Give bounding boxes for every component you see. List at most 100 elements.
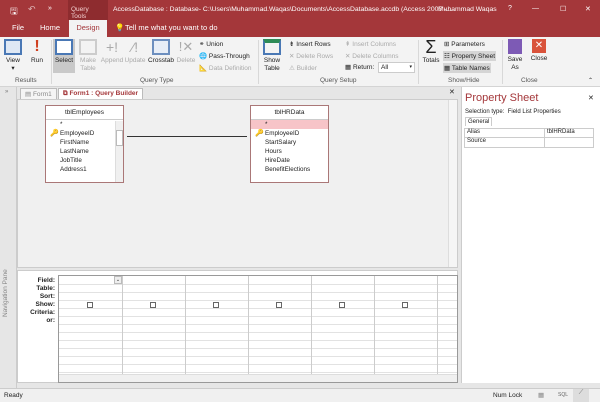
return-label: ▦ Return: — [345, 64, 375, 71]
make-table-button[interactable]: Make Table — [78, 39, 98, 73]
field-item[interactable]: Hours — [251, 147, 328, 156]
field-list-tblhrdata[interactable]: tblHRData * 🔑 EmployeeID StartSalary Hour… — [250, 105, 329, 183]
tab-home[interactable]: Home — [40, 23, 60, 32]
show-checkbox[interactable] — [213, 302, 219, 308]
vertical-scrollbar[interactable] — [448, 100, 457, 267]
table-title: tblHRData — [251, 106, 328, 120]
pass-through-button[interactable]: 🌐 Pass-Through — [199, 52, 250, 60]
insert-rows-button[interactable]: ⇟ Insert Rows — [289, 40, 331, 48]
row-label-table: Table: — [36, 285, 55, 292]
grid-row-line — [59, 348, 457, 349]
union-button[interactable]: ⚭ Union — [199, 40, 223, 48]
query-setup-group-label: Query Setup — [320, 77, 357, 84]
tab-design[interactable]: Design — [69, 20, 107, 37]
grid-row-line — [59, 308, 457, 309]
data-definition-button[interactable]: 📐 Data Definition — [199, 64, 252, 72]
nav-pane-label: Navigation Pane — [2, 269, 9, 317]
table-names-button[interactable]: ▦ Table Names — [443, 63, 491, 73]
make-table-icon — [79, 39, 97, 55]
close-document-icon[interactable]: ✕ — [449, 88, 455, 96]
field-item[interactable]: 🔑 EmployeeID — [251, 129, 328, 138]
field-item[interactable]: BenefitElections — [251, 165, 328, 174]
select-button[interactable]: Select — [53, 39, 75, 73]
field-dropdown-button[interactable]: ⌄ — [114, 276, 122, 284]
minimize-button[interactable]: — — [532, 5, 539, 12]
save-as-button[interactable]: Save As — [505, 39, 525, 72]
show-table-icon — [263, 39, 281, 55]
delete-icon: !✕ — [178, 39, 194, 54]
context-label: Query Tools — [68, 0, 108, 20]
show-checkbox[interactable] — [276, 302, 282, 308]
field-item[interactable]: HireDate — [251, 156, 328, 165]
field-item[interactable]: LastName — [46, 147, 123, 156]
row-label-or: or: — [46, 317, 55, 324]
row-label-sort: Sort: — [39, 293, 55, 300]
delete-query-button[interactable]: !✕ Delete — [176, 39, 196, 65]
customize-qat-icon[interactable]: » — [48, 5, 52, 12]
horizontal-scrollbar[interactable] — [59, 374, 457, 382]
crosstab-button[interactable]: Crosstab — [148, 39, 174, 65]
design-view-icon[interactable]: ⟋ — [573, 389, 589, 402]
close-query-button[interactable]: ✕ Close — [528, 39, 550, 63]
tell-me-input[interactable]: Tell me what you want to do — [125, 23, 218, 32]
maximize-button[interactable]: ☐ — [560, 5, 566, 13]
sql-view-icon[interactable]: SQL — [558, 392, 568, 398]
ribbon: View ▾ ! Run Results Select Make Table +! A… — [0, 37, 600, 87]
property-row-alias[interactable]: Alias tblHRData — [465, 129, 593, 138]
ribbon-tabs: File Home Design 💡 Tell me what you want… — [0, 20, 600, 37]
row-label-criteria: Criteria: — [30, 309, 55, 316]
grid-row-line — [59, 292, 457, 293]
property-sheet-button[interactable]: ☷ Property Sheet — [443, 51, 496, 61]
field-list-tblemployees[interactable]: tblEmployees * 🔑 EmployeeID FirstName Las… — [45, 105, 124, 183]
results-group-label: Results — [15, 77, 37, 84]
insert-columns-button[interactable]: ⇞ Insert Columns — [345, 40, 396, 48]
tab-file[interactable]: File — [12, 23, 24, 32]
field-item[interactable]: Address1 — [46, 165, 123, 174]
builder-button[interactable]: ⚠ Builder — [289, 64, 317, 72]
datasheet-view-icon[interactable]: ▦ — [538, 391, 544, 399]
save-as-icon — [508, 39, 522, 54]
undo-icon[interactable]: ↶ — [28, 4, 36, 15]
delete-columns-button[interactable]: ✕ Delete Columns — [345, 52, 399, 60]
return-dropdown[interactable]: All ▾ — [378, 62, 415, 73]
show-checkbox[interactable] — [87, 302, 93, 308]
view-button[interactable]: View ▾ — [4, 39, 22, 73]
tab-query-builder[interactable]: ⧉ Form1 : Query Builder — [58, 88, 144, 99]
close-window-button[interactable]: ✕ — [585, 5, 591, 13]
field-item[interactable]: * — [251, 120, 328, 129]
field-item[interactable]: * — [46, 120, 123, 129]
grid-row-line — [59, 364, 457, 365]
property-row-source[interactable]: Source — [465, 138, 593, 147]
show-checkbox[interactable] — [150, 302, 156, 308]
field-item[interactable]: 🔑 EmployeeID — [46, 129, 123, 138]
show-checkbox[interactable] — [402, 302, 408, 308]
navigation-pane[interactable]: » Navigation Pane — [0, 87, 17, 388]
field-item[interactable]: StartSalary — [251, 138, 328, 147]
append-button[interactable]: +! Append — [100, 39, 124, 65]
show-checkbox[interactable] — [339, 302, 345, 308]
delete-rows-button[interactable]: ✕ Delete Rows — [289, 52, 333, 60]
close-property-sheet-icon[interactable]: ✕ — [588, 94, 594, 102]
grid-row-line — [59, 372, 457, 373]
join-line[interactable] — [127, 136, 247, 137]
user-name[interactable]: Muhammad Waqas — [438, 6, 497, 13]
help-button[interactable]: ? — [508, 5, 512, 12]
update-button[interactable]: ⁄! Update — [124, 39, 146, 65]
field-item[interactable]: FirstName — [46, 138, 123, 147]
totals-button[interactable]: Σ Totals — [421, 38, 441, 65]
run-button[interactable]: ! Run — [28, 39, 46, 65]
field-list-scrollbar[interactable] — [115, 121, 123, 182]
grid-row-line — [59, 356, 457, 357]
selection-type: Selection type: Field List Properties — [465, 109, 561, 115]
show-table-button[interactable]: Show Table — [261, 39, 283, 73]
collapse-ribbon-icon[interactable]: ⌃ — [588, 77, 593, 84]
parameters-button[interactable]: ⊞ Parameters — [444, 40, 485, 48]
expand-nav-icon[interactable]: » — [5, 89, 8, 95]
field-item[interactable]: JobTitle — [46, 156, 123, 165]
tab-general[interactable]: General — [465, 117, 493, 126]
tab-form1[interactable]: ▤ Form1 — [20, 88, 57, 99]
save-icon[interactable]: 🖫 — [10, 4, 18, 20]
table-design-area[interactable]: tblEmployees * 🔑 EmployeeID FirstName Las… — [17, 99, 458, 268]
grid-row-line — [59, 332, 457, 333]
query-design-grid[interactable]: ⌄ — [58, 275, 458, 383]
